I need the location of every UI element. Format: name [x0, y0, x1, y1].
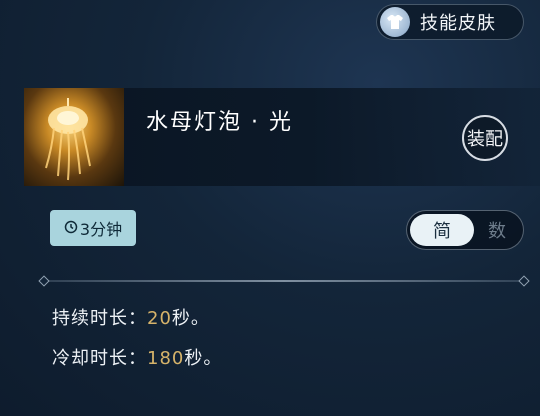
- skill-skin-label: 技能皮肤: [420, 13, 496, 34]
- jellyfish-item-image: [24, 88, 124, 186]
- view-mode-toggle[interactable]: 简 数: [406, 210, 524, 250]
- stat-label: 冷却时长：: [52, 348, 147, 369]
- stat-label: 持续时长：: [52, 308, 147, 329]
- stat-unit: 秒。: [184, 348, 223, 369]
- timer-icon: [64, 219, 78, 238]
- skill-skin-button[interactable]: 技能皮肤: [376, 4, 524, 40]
- stat-duration: 持续时长：20秒。: [52, 304, 210, 330]
- stat-unit: 秒。: [171, 308, 210, 329]
- section-divider: [44, 280, 524, 282]
- stat-value: 180: [147, 348, 185, 369]
- stat-cooldown: 冷却时长：180秒。: [52, 344, 222, 370]
- stat-value: 20: [147, 308, 172, 329]
- duration-badge: 3分钟: [50, 210, 136, 246]
- simple-view-option[interactable]: 简: [410, 214, 474, 246]
- item-name: 水母灯泡 · 光: [146, 110, 293, 135]
- equip-button[interactable]: 装配: [462, 115, 508, 161]
- shirt-icon: [380, 7, 410, 37]
- duration-label: 3分钟: [79, 220, 123, 239]
- detailed-view-option[interactable]: 数: [474, 214, 520, 246]
